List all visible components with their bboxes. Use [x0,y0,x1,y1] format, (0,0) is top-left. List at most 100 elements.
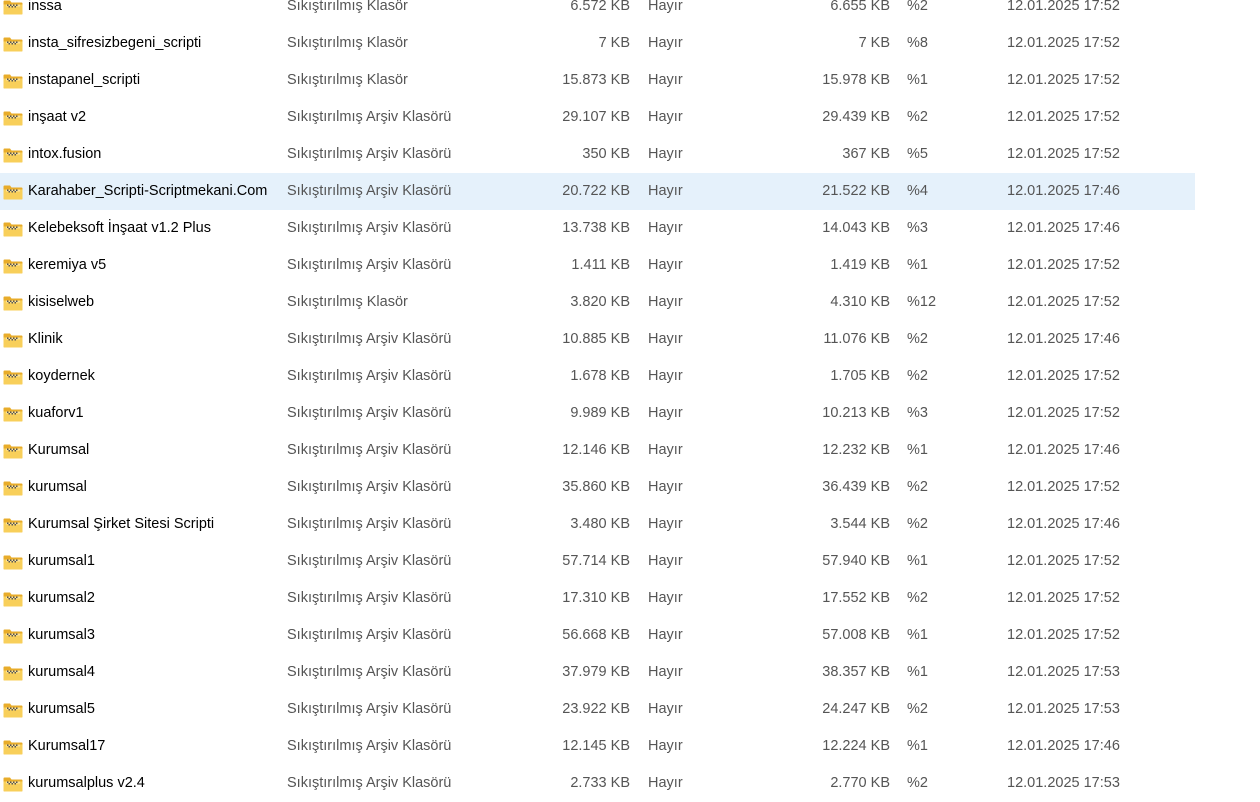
file-size: 3.544 KB [830,516,890,532]
file-row[interactable]: keremiya v5 Sıkıştırılmış Arşiv Klasörü … [0,247,1195,284]
packed-size: 7 KB [598,35,630,51]
compression-ratio: %2 [907,331,928,347]
zipped-folder-icon [3,506,23,543]
file-name: Karahaber_Scripti-Scriptmekani.Com [28,183,268,199]
file-size: 10.213 KB [822,405,890,421]
password-protected: Hayır [648,442,683,458]
compression-ratio: %2 [907,701,928,717]
file-row[interactable]: Kurumsal17 Sıkıştırılmış Arşiv Klasörü 1… [0,728,1195,765]
file-size: 57.008 KB [822,627,890,643]
packed-size: 56.668 KB [562,627,630,643]
date-modified: 12.01.2025 17:52 [1007,368,1120,384]
file-type: Sıkıştırılmış Arşiv Klasörü [287,553,452,569]
file-row[interactable]: intox.fusion Sıkıştırılmış Arşiv Klasörü… [0,136,1195,173]
file-type: Sıkıştırılmış Arşiv Klasörü [287,479,452,495]
file-row[interactable]: kurumsal5 Sıkıştırılmış Arşiv Klasörü 23… [0,691,1195,728]
file-list: inssa Sıkıştırılmış Klasör 6.572 KB Hayı… [0,0,1260,802]
file-type: Sıkıştırılmış Klasör [287,0,408,14]
file-name: kurumsal1 [28,553,95,569]
date-modified: 12.01.2025 17:53 [1007,775,1120,791]
file-row[interactable]: inssa Sıkıştırılmış Klasör 6.572 KB Hayı… [0,0,1195,25]
password-protected: Hayır [648,331,683,347]
password-protected: Hayır [648,405,683,421]
file-row[interactable]: insta_sifresizbegeni_scripti Sıkıştırılm… [0,25,1195,62]
compression-ratio: %1 [907,738,928,754]
file-size: 21.522 KB [822,183,890,199]
password-protected: Hayır [648,0,683,14]
password-protected: Hayır [648,701,683,717]
file-row[interactable]: kurumsal Sıkıştırılmış Arşiv Klasörü 35.… [0,469,1195,506]
packed-size: 1.411 KB [571,257,630,273]
compression-ratio: %1 [907,72,928,88]
date-modified: 12.01.2025 17:52 [1007,553,1120,569]
file-name: kurumsalplus v2.4 [28,775,145,791]
date-modified: 12.01.2025 17:52 [1007,294,1120,310]
packed-size: 10.885 KB [562,331,630,347]
file-type: Sıkıştırılmış Arşiv Klasörü [287,368,452,384]
zipped-folder-icon [3,99,23,136]
password-protected: Hayır [648,479,683,495]
file-size: 15.978 KB [822,72,890,88]
date-modified: 12.01.2025 17:52 [1007,0,1120,14]
password-protected: Hayır [648,553,683,569]
compression-ratio: %2 [907,516,928,532]
zipped-folder-icon [3,728,23,765]
packed-size: 1.678 KB [570,368,630,384]
file-type: Sıkıştırılmış Arşiv Klasörü [287,331,452,347]
compression-ratio: %12 [907,294,937,310]
compression-ratio: %1 [907,553,928,569]
zipped-folder-icon [3,580,23,617]
file-size: 24.247 KB [822,701,890,717]
date-modified: 12.01.2025 17:46 [1007,442,1120,458]
file-row[interactable]: kisiselweb Sıkıştırılmış Klasör 3.820 KB… [0,284,1195,321]
file-row[interactable]: inşaat v2 Sıkıştırılmış Arşiv Klasörü 29… [0,99,1195,136]
compression-ratio: %2 [907,775,928,791]
file-row[interactable]: Kurumsal Sıkıştırılmış Arşiv Klasörü 12.… [0,432,1195,469]
password-protected: Hayır [648,775,683,791]
zipped-folder-icon [3,247,23,284]
file-size: 12.232 KB [822,442,890,458]
file-name: intox.fusion [28,146,102,162]
file-row[interactable]: kurumsal4 Sıkıştırılmış Arşiv Klasörü 37… [0,654,1195,691]
date-modified: 12.01.2025 17:52 [1007,109,1120,125]
file-size: 2.770 KB [830,775,890,791]
file-size: 57.940 KB [822,553,890,569]
file-type: Sıkıştırılmış Arşiv Klasörü [287,257,452,273]
file-row[interactable]: Kurumsal Şirket Sitesi Scripti Sıkıştırı… [0,506,1195,543]
file-size: 367 KB [842,146,890,162]
date-modified: 12.01.2025 17:52 [1007,146,1120,162]
file-row[interactable]: kurumsal1 Sıkıştırılmış Arşiv Klasörü 57… [0,543,1195,580]
zipped-folder-icon [3,0,23,25]
zipped-folder-icon [3,284,23,321]
file-size: 6.655 KB [830,0,890,14]
zipped-folder-icon [3,543,23,580]
file-row[interactable]: kurumsalplus v2.4 Sıkıştırılmış Arşiv Kl… [0,765,1195,802]
compression-ratio: %5 [907,146,928,162]
file-type: Sıkıştırılmış Arşiv Klasörü [287,590,452,606]
file-name: Kelebeksoft İnşaat v1.2 Plus [28,220,211,236]
file-row[interactable]: kurumsal3 Sıkıştırılmış Arşiv Klasörü 56… [0,617,1195,654]
zipped-folder-icon [3,358,23,395]
file-row[interactable]: koydernek Sıkıştırılmış Arşiv Klasörü 1.… [0,358,1195,395]
file-row[interactable]: instapanel_scripti Sıkıştırılmış Klasör … [0,62,1195,99]
compression-ratio: %4 [907,183,928,199]
file-name: koydernek [28,368,95,384]
password-protected: Hayır [648,738,683,754]
file-row[interactable]: Karahaber_Scripti-Scriptmekani.Com Sıkış… [0,173,1195,210]
password-protected: Hayır [648,72,683,88]
file-size: 14.043 KB [822,220,890,236]
compression-ratio: %2 [907,0,928,14]
file-row[interactable]: Kelebeksoft İnşaat v1.2 Plus Sıkıştırılm… [0,210,1195,247]
zipped-folder-icon [3,691,23,728]
zipped-folder-icon [3,617,23,654]
zipped-folder-icon [3,432,23,469]
file-row[interactable]: Klinik Sıkıştırılmış Arşiv Klasörü 10.88… [0,321,1195,358]
file-size: 29.439 KB [822,109,890,125]
password-protected: Hayır [648,220,683,236]
date-modified: 12.01.2025 17:52 [1007,72,1120,88]
file-row[interactable]: kuaforv1 Sıkıştırılmış Arşiv Klasörü 9.9… [0,395,1195,432]
file-row[interactable]: kurumsal2 Sıkıştırılmış Arşiv Klasörü 17… [0,580,1195,617]
packed-size: 9.989 KB [570,405,630,421]
zipped-folder-icon [3,395,23,432]
file-size: 12.224 KB [822,738,890,754]
